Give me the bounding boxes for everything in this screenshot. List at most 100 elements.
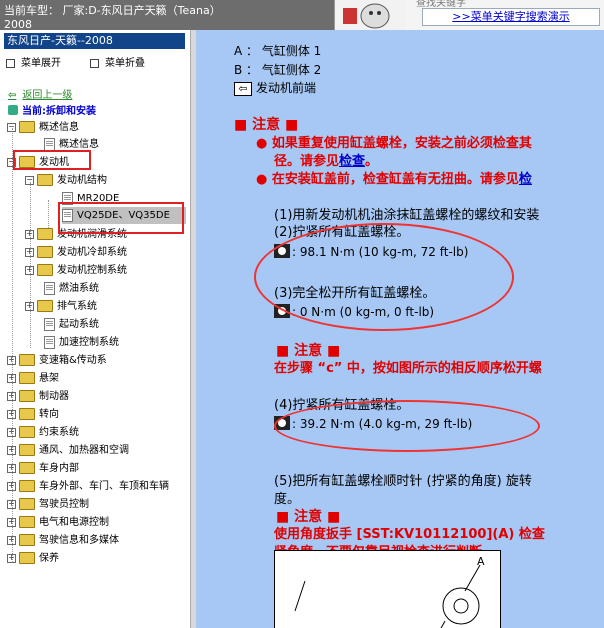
tree-item-label: 变速箱&传动系	[39, 355, 107, 366]
bullet-icon: ●	[256, 172, 272, 187]
expand-toggle-icon[interactable]: +	[7, 499, 16, 509]
tree-item-transmission[interactable]: + 变速箱&传动系	[7, 352, 107, 369]
collapse-toggle-icon[interactable]: −	[25, 175, 34, 185]
content-pane: A ： 气缸侧体 1 B ： 气缸侧体 2 ⇦ 发动机前端 ■ 注意 ■ ● 如果…	[196, 30, 604, 628]
tree-item-fuel[interactable]: 燃油系统	[44, 280, 99, 297]
current-location: 当前:拆卸和安装	[8, 102, 96, 117]
tree-item-body-interior[interactable]: + 车身内部	[7, 460, 79, 477]
expand-toggle-icon[interactable]: +	[7, 355, 16, 365]
vehicle-info: 当前车型： 厂家:D-东风日产天籁（Teana） 2008	[4, 4, 334, 32]
expand-toggle-icon[interactable]: +	[25, 247, 34, 257]
tree-item-cooling[interactable]: + 发动机冷却系统	[25, 244, 127, 261]
folder-icon	[19, 426, 35, 438]
folder-icon	[37, 300, 53, 312]
tree-item-label: 概述信息	[39, 122, 79, 133]
expand-toggle-icon[interactable]: +	[25, 301, 34, 311]
collapse-icon	[90, 58, 99, 68]
step-5: (5)把所有缸盖螺栓顺时针 (拧紧的角度) 旋转	[274, 474, 532, 489]
note-item-1: ● 如果重复使用缸盖螺栓，安装之前必须检查其	[256, 132, 532, 151]
expand-toggle-icon[interactable]: +	[7, 535, 16, 545]
folder-icon	[19, 498, 35, 510]
note-heading-1: ■ 注意 ■	[234, 117, 299, 133]
expand-toggle-icon[interactable]: +	[7, 427, 16, 437]
note-3-text: 在步骤 “c” 中，按如图所示的相反顺序松开螺	[274, 361, 542, 376]
keyword-search-demo-link[interactable]: >>菜单关键字搜索演示	[422, 8, 600, 26]
page-icon	[44, 281, 55, 295]
arrow-left-icon: ⇦	[234, 82, 252, 96]
expand-toggle-icon[interactable]: +	[25, 229, 34, 239]
expand-toggle-icon[interactable]: +	[7, 391, 16, 401]
tree-item-label: 制动器	[39, 391, 69, 402]
page-icon	[44, 335, 55, 349]
note-item-1-cont: 径。请参见检查。	[274, 150, 378, 169]
tree-item-exhaust[interactable]: + 排气系统	[25, 298, 97, 315]
inspection-link[interactable]: 检查	[339, 154, 365, 169]
tree-item-steering[interactable]: + 转向	[7, 406, 59, 423]
tree-item-label: 通风、加热器和空调	[39, 445, 129, 456]
collapse-menu-button[interactable]: 菜单折叠	[90, 54, 145, 69]
page-icon	[44, 317, 55, 331]
document-title-bar: 东风日产-天籁--2008	[4, 33, 185, 49]
folder-icon	[19, 534, 35, 546]
note-1-text2: 径。请参见	[274, 154, 340, 169]
tree-item-label: 悬架	[39, 373, 59, 384]
collapse-menu-label: 菜单折叠	[105, 58, 145, 69]
tree-item-engine-control[interactable]: + 发动机控制系统	[25, 262, 127, 279]
note-item-2: ● 在安装缸盖前，检查缸盖有无扭曲。请参见检	[256, 168, 532, 187]
legend-b: B ： 气缸侧体 2	[234, 63, 322, 77]
tree-item-maintenance[interactable]: + 保养	[7, 550, 59, 567]
tree-item-engine-structure[interactable]: − 发动机结构	[25, 172, 107, 189]
tree-item-label: 加速控制系统	[59, 337, 119, 348]
inspection-link-2[interactable]: 检	[519, 172, 532, 187]
collapse-toggle-icon[interactable]: −	[7, 122, 16, 132]
back-link[interactable]: ⇦ 返回上一级	[8, 86, 72, 101]
tree-item-label: 燃油系统	[59, 283, 99, 294]
note-1-text: 如果重复使用缸盖螺栓，安装之前必须检查其	[271, 136, 532, 151]
tree-item-starting[interactable]: 起动系统	[44, 316, 99, 333]
mascot-icon	[343, 3, 390, 29]
tree-item-brakes[interactable]: + 制动器	[7, 388, 69, 405]
folder-icon	[19, 408, 35, 420]
top-banner: 当前车型： 厂家:D-东风日产天籁（Teana） 2008 查找关键字 >>菜单…	[0, 0, 604, 32]
legend-front-label: 发动机前端	[256, 81, 317, 95]
expand-menu-button[interactable]: 菜单展开	[6, 54, 61, 69]
tree-item-label: 转向	[39, 409, 59, 420]
expand-toggle-icon[interactable]: +	[7, 517, 16, 527]
tree-item-label: 排气系统	[57, 301, 97, 312]
tree-item-label: 发动机冷却系统	[57, 247, 127, 258]
mascot-image	[334, 0, 407, 30]
tree-item-label: 保养	[39, 553, 59, 564]
expand-toggle-icon[interactable]: +	[25, 265, 34, 275]
step-5-cont: 度。	[274, 492, 301, 507]
folder-icon	[37, 228, 53, 240]
expand-toggle-icon[interactable]: +	[7, 373, 16, 383]
tree-item-accel-control[interactable]: 加速控制系统	[44, 334, 119, 351]
expand-toggle-icon[interactable]: +	[7, 463, 16, 473]
tree-item-suspension[interactable]: + 悬架	[7, 370, 59, 387]
search-area: 查找关键字 >>菜单关键字搜索演示	[406, 0, 604, 30]
tree-item-restraint[interactable]: + 约束系统	[7, 424, 79, 441]
tree-item-label: 发动机结构	[57, 175, 107, 186]
tree-item-body-exterior[interactable]: + 车身外部、车门、车顶和车辆	[7, 478, 169, 495]
tree-item-driver-controls[interactable]: + 驾驶员控制	[7, 496, 89, 513]
expand-toggle-icon[interactable]: +	[7, 553, 16, 563]
tree-item-label: 驾驶员控制	[39, 499, 89, 510]
highlight-box-model	[58, 202, 184, 234]
angle-wrench-drawing	[294, 564, 481, 628]
legend-front: ⇦ 发动机前端	[234, 79, 316, 96]
tree-item-label: 驾驶信息和多媒体	[39, 535, 119, 546]
tree-item-hvac[interactable]: + 通风、加热器和空调	[7, 442, 129, 459]
back-arrow-icon: ⇦	[8, 90, 17, 101]
folder-icon	[19, 372, 35, 384]
menu-controls: 菜单展开 菜单折叠	[6, 54, 186, 69]
folder-icon	[19, 390, 35, 402]
tree-item-overview[interactable]: − 概述信息	[7, 119, 79, 136]
current-location-label: 当前:拆卸和安装	[22, 106, 96, 117]
expand-toggle-icon[interactable]: +	[7, 481, 16, 491]
expand-toggle-icon[interactable]: +	[7, 409, 16, 419]
tree-item-electrical[interactable]: + 电气和电源控制	[7, 514, 109, 531]
location-icon	[8, 105, 18, 115]
tree-item-multimedia[interactable]: + 驾驶信息和多媒体	[7, 532, 119, 549]
expand-menu-label: 菜单展开	[21, 58, 61, 69]
expand-toggle-icon[interactable]: +	[7, 445, 16, 455]
